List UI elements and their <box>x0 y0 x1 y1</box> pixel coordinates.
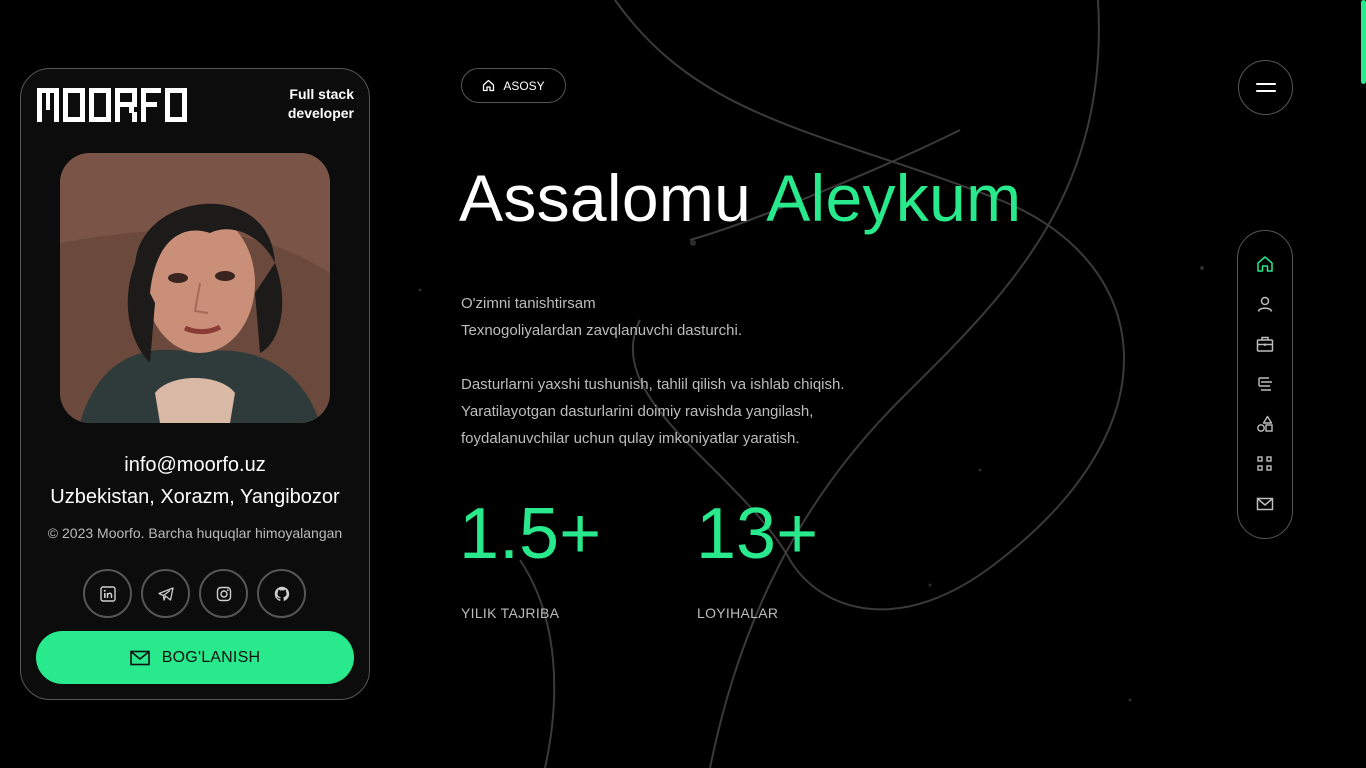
menu-icon-bar <box>1255 83 1276 85</box>
avatar-illustration <box>60 153 330 423</box>
telegram-icon <box>157 586 174 601</box>
nav-experience[interactable] <box>1255 334 1275 354</box>
stat-experience-number: 1.5+ <box>459 494 602 574</box>
menu-button[interactable] <box>1238 60 1293 115</box>
location-text: Uzbekistan, Xorazm, Yangibozor <box>50 486 340 508</box>
stat-experience-label: YILIK TAJRIBA <box>461 605 560 621</box>
role-line-1: Full stack <box>289 86 354 102</box>
intro-text: O'zimni tanishtirsam Texnogoliyalardan z… <box>461 290 981 452</box>
role-text: Full stack developer <box>234 85 354 123</box>
telegram-link[interactable] <box>141 569 190 618</box>
hero-title-part2: Aleykum <box>766 161 1022 235</box>
shapes-icon <box>1257 415 1273 432</box>
mail-icon <box>1256 497 1274 511</box>
linkedin-icon <box>99 585 116 602</box>
github-icon <box>274 586 289 601</box>
intro-line: foydalanuvchilar uchun qulay imkoniyatla… <box>461 430 800 447</box>
side-nav <box>1237 230 1293 539</box>
scroll-indicator[interactable] <box>1361 0 1366 84</box>
social-links <box>83 569 306 618</box>
stat-projects-number: 13+ <box>696 494 819 574</box>
instagram-icon <box>216 586 231 601</box>
instagram-link[interactable] <box>199 569 248 618</box>
linkedin-link[interactable] <box>83 569 132 618</box>
mail-icon <box>129 650 150 665</box>
nav-contact[interactable] <box>1255 494 1275 514</box>
nav-portfolio[interactable] <box>1255 454 1275 474</box>
copyright-text: © 2023 Moorfo. Barcha huquqlar himoyalan… <box>47 525 343 541</box>
resume-icon <box>1258 377 1272 391</box>
intro-line: Yaratilayotgan dasturlarini doimiy ravis… <box>461 403 814 420</box>
logo[interactable] <box>37 88 187 122</box>
menu-icon-bar <box>1255 90 1276 92</box>
nav-resume[interactable] <box>1255 374 1275 394</box>
nav-home[interactable] <box>1255 254 1275 274</box>
briefcase-icon <box>1256 336 1274 352</box>
intro-line: Texnogoliyalardan zavqlanuvchi dasturchi… <box>461 322 743 339</box>
nav-about[interactable] <box>1255 294 1275 314</box>
home-icon <box>1257 256 1273 272</box>
hero-title: Assalomu Aleykum <box>459 160 1021 236</box>
hero-title-part1: Assalomu <box>459 161 752 235</box>
contact-email[interactable]: info@moorfo.uz <box>21 454 369 477</box>
intro-line: O'zimni tanishtirsam <box>461 295 596 312</box>
logo-wordmark <box>37 88 187 122</box>
home-icon <box>483 79 495 92</box>
section-badge-label: ASOSY <box>503 78 545 93</box>
github-link[interactable] <box>257 569 306 618</box>
role-line-2: developer <box>287 105 354 121</box>
avatar <box>60 153 330 423</box>
nav-skills[interactable] <box>1255 414 1275 434</box>
intro-line: Dasturlarni yaxshi tushunish, tahlil qil… <box>461 376 845 393</box>
contact-button[interactable]: BOG'LANISH <box>36 631 354 684</box>
section-badge: ASOSY <box>461 68 566 103</box>
user-icon <box>1257 296 1273 312</box>
grid-icon <box>1257 456 1272 471</box>
profile-card: Full stack developer info@moorfo.uz Uzbe… <box>20 68 370 700</box>
stat-projects-label: LOYIHALAR <box>697 605 779 621</box>
contact-button-label: BOG'LANISH <box>161 648 261 666</box>
